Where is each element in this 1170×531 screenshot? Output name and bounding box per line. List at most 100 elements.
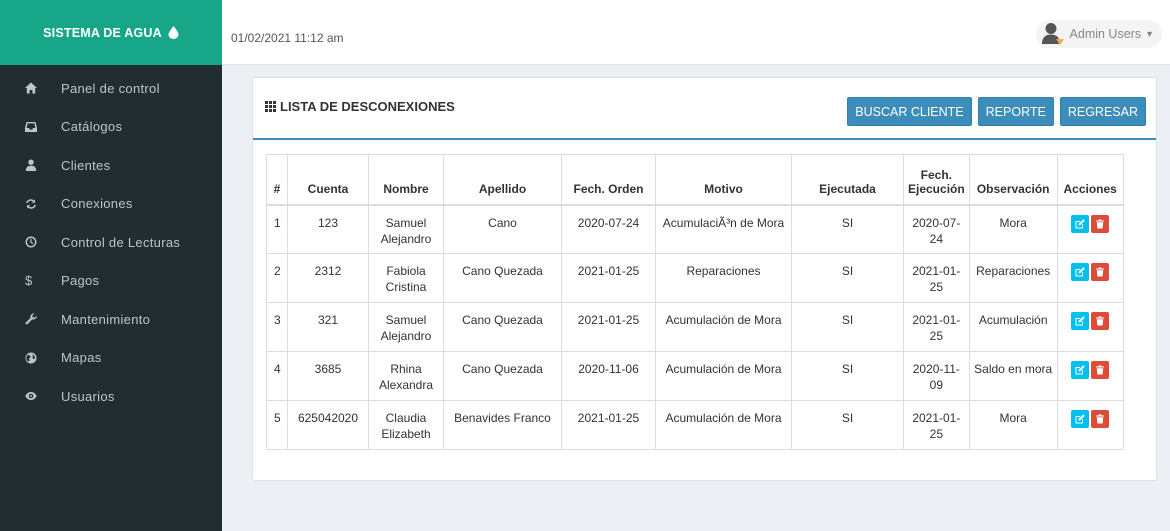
cell-fecha-orden: 2021-01-25 xyxy=(561,400,656,450)
cell-apellido: Cano Quezada xyxy=(443,302,562,352)
column-header: Acciones xyxy=(1056,154,1124,206)
cell-fecha-ejecucion: 2020-11-09 xyxy=(903,351,970,401)
cell-nombre: Samuel Alejandro xyxy=(368,204,444,254)
inbox-icon xyxy=(0,121,61,133)
edit-icon xyxy=(1075,267,1085,277)
cell-ejecutada: SI xyxy=(791,302,904,352)
column-header: Apellido xyxy=(443,154,562,206)
edit-icon xyxy=(1075,316,1085,326)
edit-button[interactable] xyxy=(1071,361,1090,379)
column-header: Nombre xyxy=(368,154,444,206)
cell-num: 5 xyxy=(266,400,288,450)
trash-icon xyxy=(1096,414,1105,424)
cell-observacion: Mora xyxy=(968,400,1058,450)
panel-header: LISTA DE DESCONEXIONES BUSCAR CLIENTE RE… xyxy=(253,78,1156,140)
cell-observacion: Mora xyxy=(968,204,1058,254)
sidebar-item-clientes[interactable]: Clientes xyxy=(0,146,222,185)
brand-title: SISTEMA DE AGUA xyxy=(43,25,162,40)
cell-ejecutada: SI xyxy=(791,204,904,254)
sidebar-item-label: Clientes xyxy=(61,157,111,173)
report-button[interactable]: REPORTE xyxy=(977,97,1054,126)
trash-icon xyxy=(1096,316,1105,326)
edit-button[interactable] xyxy=(1071,263,1090,281)
delete-button[interactable] xyxy=(1091,410,1110,428)
cell-num: 2 xyxy=(266,253,288,303)
column-header: # xyxy=(266,154,288,206)
top-bar: 01/02/2021 11:12 am Admin Users ▼ xyxy=(222,0,1170,65)
sidebar-item-mapas[interactable]: Mapas xyxy=(0,339,222,378)
delete-button[interactable] xyxy=(1091,214,1110,233)
cell-apellido: Cano Quezada xyxy=(443,351,562,401)
table-row: 2 2312 Fabiola Cristina Cano Quezada 202… xyxy=(266,253,1124,303)
cell-motivo: Acumulación de Mora xyxy=(655,400,792,450)
trash-icon xyxy=(1096,267,1105,277)
cell-actions xyxy=(1056,351,1124,401)
delete-button[interactable] xyxy=(1091,312,1110,330)
sidebar-item-panel-de-control[interactable]: Panel de control xyxy=(0,69,222,108)
sidebar-item-usuarios[interactable]: Usuarios xyxy=(0,377,222,416)
panel-title-text: LISTA DE DESCONEXIONES xyxy=(280,99,455,114)
search-client-button[interactable]: BUSCAR CLIENTE xyxy=(847,97,972,126)
cell-num: 1 xyxy=(266,204,288,254)
cell-fecha-orden: 2020-07-24 xyxy=(561,204,656,254)
column-header: Ejecutada xyxy=(791,154,904,206)
chevron-down-icon: ▼ xyxy=(1145,29,1154,39)
cell-actions xyxy=(1056,253,1124,303)
sidebar-item-mantenimiento[interactable]: Mantenimiento xyxy=(0,300,222,339)
cell-cuenta: 2312 xyxy=(287,253,369,303)
sidebar-nav: Panel de control Catálogos Clientes Cone… xyxy=(0,65,222,416)
table-row: 3 321 Samuel Alejandro Cano Quezada 2021… xyxy=(266,302,1124,352)
column-header: Observación xyxy=(968,154,1058,206)
cell-actions xyxy=(1056,400,1124,450)
disconnections-panel: LISTA DE DESCONEXIONES BUSCAR CLIENTE RE… xyxy=(252,77,1157,481)
disconnections-table: # Cuenta Nombre Apellido Fech. Orden Mot… xyxy=(266,154,1124,450)
water-drop-icon xyxy=(168,26,179,39)
cell-ejecutada: SI xyxy=(791,400,904,450)
edit-button[interactable] xyxy=(1071,312,1090,330)
home-icon xyxy=(0,82,61,94)
panel-title: LISTA DE DESCONEXIONES xyxy=(265,99,455,114)
sidebar-item-catalogos[interactable]: Catálogos xyxy=(0,108,222,147)
cell-fecha-ejecucion: 2021-01-25 xyxy=(903,400,970,450)
cell-cuenta: 123 xyxy=(287,204,369,254)
globe-icon xyxy=(0,352,61,364)
cell-cuenta: 625042020 xyxy=(287,400,369,450)
column-header: Fech. Ejecución xyxy=(903,154,970,206)
sidebar-item-pagos[interactable]: $ Pagos xyxy=(0,262,222,301)
cell-fecha-ejecucion: 2020-07-24 xyxy=(903,204,970,254)
cell-observacion: Saldo en mora xyxy=(968,351,1058,401)
edit-icon xyxy=(1075,365,1085,375)
cell-fecha-orden: 2020-11-06 xyxy=(561,351,656,401)
back-button[interactable]: REGRESAR xyxy=(1059,97,1146,126)
cell-fecha-orden: 2021-01-25 xyxy=(561,302,656,352)
edit-button[interactable] xyxy=(1071,410,1090,428)
user-avatar-icon xyxy=(1041,23,1064,45)
table-row: 1 123 Samuel Alejandro Cano 2020-07-24 A… xyxy=(266,204,1124,254)
column-header: Cuenta xyxy=(287,154,369,206)
panel-actions: BUSCAR CLIENTE REPORTE REGRESAR xyxy=(847,97,1146,126)
cell-fecha-orden: 2021-01-25 xyxy=(561,253,656,303)
current-datetime: 01/02/2021 11:12 am xyxy=(231,31,344,45)
cell-ejecutada: SI xyxy=(791,253,904,303)
delete-button[interactable] xyxy=(1091,361,1110,379)
sidebar-item-control-de-lecturas[interactable]: Control de Lecturas xyxy=(0,223,222,262)
column-header: Fech. Orden xyxy=(561,154,656,206)
refresh-icon xyxy=(0,198,61,210)
sidebar-item-label: Mapas xyxy=(61,350,102,366)
user-icon xyxy=(0,159,61,172)
user-menu[interactable]: Admin Users ▼ xyxy=(1035,20,1162,48)
cell-fecha-ejecucion: 2021-01-25 xyxy=(903,253,970,303)
delete-button[interactable] xyxy=(1091,263,1110,281)
sidebar-item-label: Usuarios xyxy=(61,388,115,404)
edit-icon xyxy=(1075,218,1085,228)
edit-button[interactable] xyxy=(1071,214,1090,233)
wrench-icon xyxy=(0,313,61,325)
cell-fecha-ejecucion: 2021-01-25 xyxy=(903,302,970,352)
brand[interactable]: SISTEMA DE AGUA xyxy=(0,0,222,65)
sidebar-item-label: Panel de control xyxy=(61,80,160,96)
sidebar: SISTEMA DE AGUA Panel de control Catálog… xyxy=(0,0,222,531)
cell-observacion: Reparaciones xyxy=(968,253,1058,303)
cell-motivo: AcumulaciÃ³n de Mora xyxy=(655,204,792,254)
edit-icon xyxy=(1075,414,1085,424)
sidebar-item-conexiones[interactable]: Conexiones xyxy=(0,185,222,224)
